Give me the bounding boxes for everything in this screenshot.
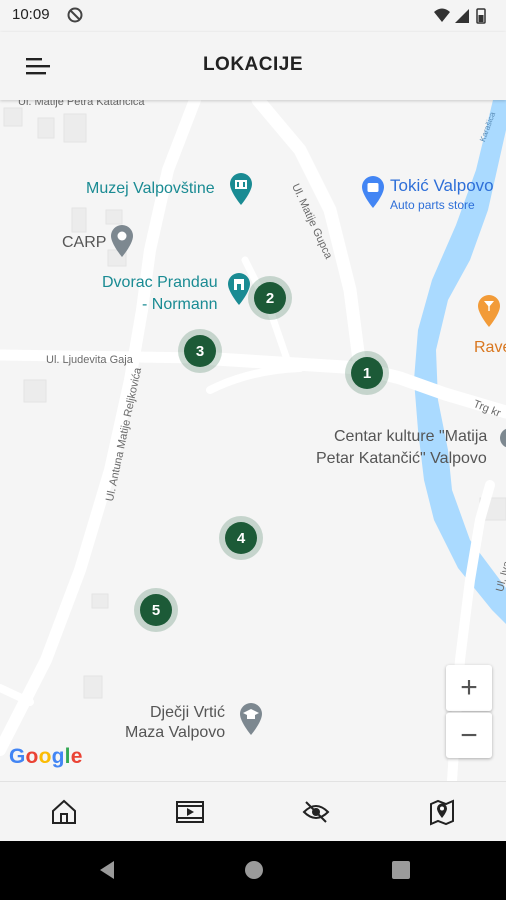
poi-store-label[interactable]: Tokić Valpovo xyxy=(390,176,494,196)
do-not-disturb-icon xyxy=(67,7,83,28)
nav-video-button[interactable] xyxy=(174,796,206,828)
poi-museum-label[interactable]: Muzej Valpovštine xyxy=(86,180,215,198)
marker-number: 1 xyxy=(351,357,383,389)
location-marker-1[interactable]: 1 xyxy=(345,351,389,395)
school-pin-icon[interactable] xyxy=(238,702,264,741)
status-time: 10:09 xyxy=(12,6,50,23)
poi-rave-label[interactable]: Rave xyxy=(474,339,506,357)
poi-culture-label-2[interactable]: Petar Katančić" Valpovo xyxy=(316,450,487,468)
battery-icon xyxy=(476,8,486,24)
wifi-icon xyxy=(434,8,450,22)
location-marker-3[interactable]: 3 xyxy=(178,329,222,373)
bar-pin-icon[interactable] xyxy=(476,294,502,333)
carp-pin-icon[interactable] xyxy=(109,224,135,263)
map-view[interactable]: Ul. Matije Petra Katančića Ul. Matije Gu… xyxy=(0,100,506,781)
eye-off-icon xyxy=(302,801,330,823)
museum-pin-icon[interactable] xyxy=(228,172,254,211)
marker-number: 3 xyxy=(184,335,216,367)
circle-home-icon xyxy=(245,861,263,879)
poi-store-sublabel: Auto parts store xyxy=(390,198,475,212)
nav-home-button[interactable] xyxy=(48,796,80,828)
poi-castle-label-1[interactable]: Dvorac Prandau xyxy=(102,274,218,292)
poi-culture-label-1[interactable]: Centar kulture "Matija xyxy=(334,428,487,446)
page-title: LOKACIJE xyxy=(202,54,304,75)
poi-kindergarten-label-1[interactable]: Dječji Vrtić xyxy=(150,704,225,722)
app-bar: LOKACIJE xyxy=(0,32,506,100)
google-logo: Google xyxy=(9,745,83,768)
recents-button[interactable] xyxy=(390,859,412,886)
street-label-katancica: Ul. Matije Petra Katančića xyxy=(18,100,145,108)
signal-icon xyxy=(455,9,469,23)
store-pin-icon[interactable] xyxy=(360,175,386,214)
poi-kindergarten-label-2[interactable]: Maza Valpovo xyxy=(125,724,225,742)
map-pin-icon xyxy=(430,799,454,826)
culture-pin-icon[interactable] xyxy=(500,426,506,461)
poi-castle-label-2[interactable]: - Normann xyxy=(142,296,218,314)
square-recents-icon xyxy=(392,861,410,879)
location-marker-4[interactable]: 4 xyxy=(219,516,263,560)
nav-visibility-button[interactable] xyxy=(300,796,332,828)
marker-number: 5 xyxy=(140,594,172,626)
zoom-in-button[interactable]: + xyxy=(446,665,492,711)
status-bar: 10:09 xyxy=(0,0,506,32)
video-icon xyxy=(176,801,204,823)
poi-carp-label[interactable]: CARP xyxy=(62,234,106,252)
status-icons xyxy=(432,7,496,30)
location-marker-5[interactable]: 5 xyxy=(134,588,178,632)
marker-number: 4 xyxy=(225,522,257,554)
nav-map-button[interactable] xyxy=(426,796,458,828)
location-marker-2[interactable]: 2 xyxy=(248,276,292,320)
system-navigation-bar xyxy=(0,841,506,900)
bottom-navigation xyxy=(0,781,506,841)
marker-number: 2 xyxy=(254,282,286,314)
back-button[interactable] xyxy=(96,859,118,886)
zoom-out-button[interactable]: − xyxy=(446,712,492,758)
back-icon xyxy=(100,861,114,879)
street-label-gaja: Ul. Ljudevita Gaja xyxy=(46,354,133,366)
home-system-button[interactable] xyxy=(243,859,265,886)
home-icon xyxy=(52,799,76,824)
